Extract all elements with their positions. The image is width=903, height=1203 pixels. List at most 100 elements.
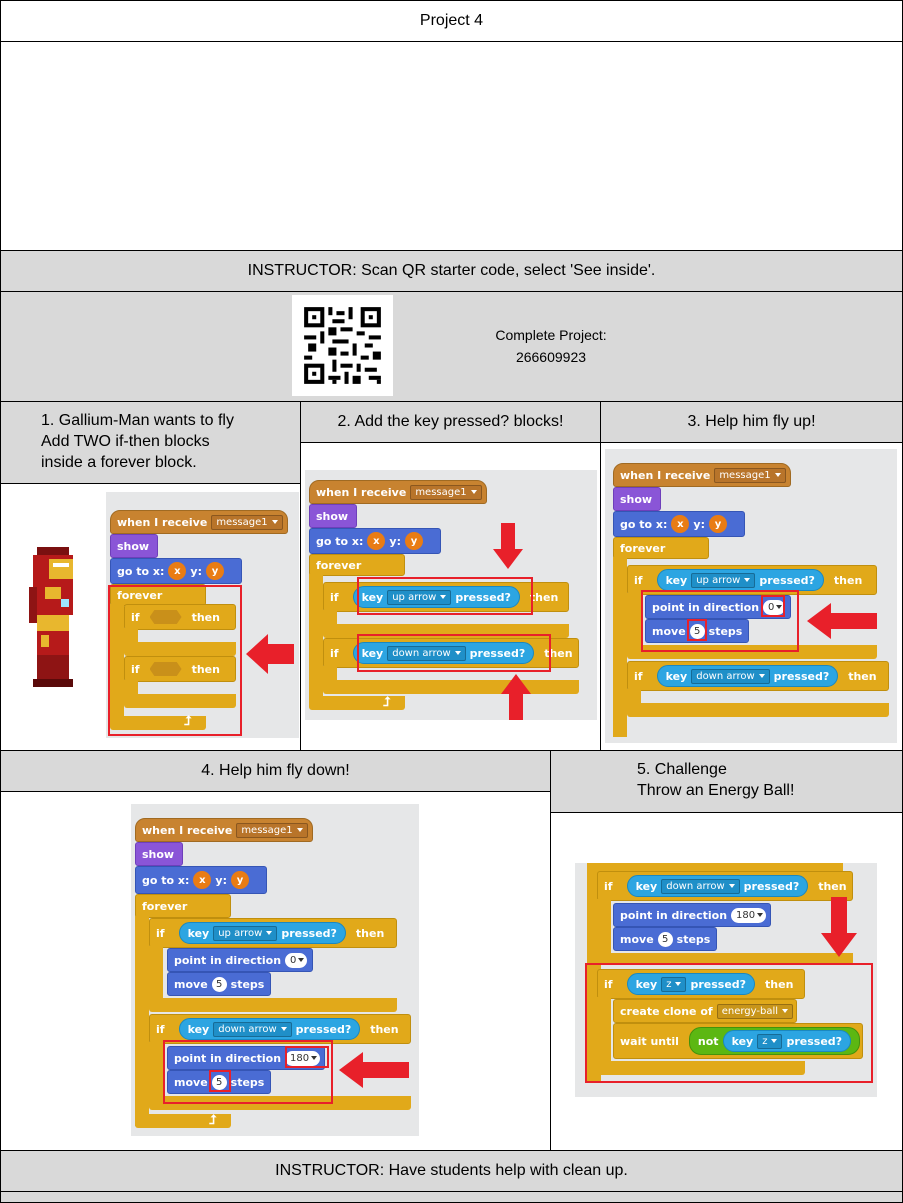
steps-input[interactable]: 5 bbox=[211, 976, 227, 992]
y-variable[interactable]: y bbox=[404, 532, 423, 550]
when-receive-block[interactable]: when I receive message1 bbox=[613, 463, 791, 487]
step-5-code-panel: if key down arrow pressed? then point in… bbox=[575, 863, 877, 1097]
highlight-box bbox=[285, 1046, 329, 1068]
goto-block[interactable]: go to x: x y: y bbox=[309, 528, 441, 554]
step-4-code-panel: when I receive message1 show go to x: x … bbox=[131, 804, 419, 1136]
step-2-code-panel: when I receive message1 show go to x: x … bbox=[305, 470, 597, 720]
direction-input[interactable]: 0 bbox=[285, 952, 308, 968]
step-2-header: 2. Add the key pressed? blocks! bbox=[300, 401, 601, 443]
when-receive-block[interactable]: when I receive message1 bbox=[110, 510, 288, 534]
show-block[interactable]: show bbox=[135, 842, 183, 866]
highlight-box bbox=[761, 595, 785, 617]
forever-block[interactable]: forever bbox=[309, 554, 405, 576]
complete-project-id: 266609923 bbox=[515, 349, 587, 365]
arrow-left-icon bbox=[246, 634, 294, 674]
instructor-top-text: INSTRUCTOR: Scan QR starter code, select… bbox=[247, 262, 656, 279]
footer-strip bbox=[0, 1191, 903, 1203]
highlight-box bbox=[108, 585, 242, 736]
point-direction-block[interactable]: point in direction 180 bbox=[613, 903, 771, 927]
step-3-header: 3. Help him fly up! bbox=[600, 401, 903, 443]
forever-block[interactable]: forever bbox=[135, 894, 231, 918]
instructor-bottom-row: INSTRUCTOR: Have students help with clea… bbox=[0, 1150, 903, 1192]
arrow-left-icon bbox=[339, 1052, 409, 1088]
message-dropdown[interactable]: message1 bbox=[211, 514, 283, 530]
x-variable[interactable]: x bbox=[671, 515, 690, 533]
highlight-box bbox=[357, 577, 533, 615]
highlight-box bbox=[209, 1070, 231, 1092]
direction-input[interactable]: 180 bbox=[731, 907, 767, 923]
caret-icon bbox=[728, 884, 735, 888]
key-down-pressed-block[interactable]: key down arrow pressed? bbox=[626, 875, 809, 897]
key-dropdown[interactable]: up arrow bbox=[213, 925, 278, 941]
step-2-body: when I receive message1 show go to x: x … bbox=[300, 442, 601, 751]
step-1-code-panel: when I receive message1 show go to x: x … bbox=[106, 492, 299, 738]
if-then-block-2[interactable]: if key down arrow pressed? then bbox=[627, 661, 889, 691]
show-block[interactable]: show bbox=[613, 487, 661, 511]
key-dropdown[interactable]: down arrow bbox=[691, 668, 770, 684]
caret-icon bbox=[758, 674, 765, 678]
highlight-box bbox=[585, 963, 873, 1083]
arrow-up-icon bbox=[501, 674, 531, 720]
x-variable[interactable]: x bbox=[193, 871, 212, 889]
y-variable[interactable]: y bbox=[708, 515, 727, 533]
loop-arrow-icon: ⮥ bbox=[209, 1112, 217, 1127]
caret-icon bbox=[271, 520, 278, 524]
instructor-top-row: INSTRUCTOR: Scan QR starter code, select… bbox=[0, 250, 903, 292]
y-variable[interactable]: y bbox=[230, 871, 249, 889]
highlight-box bbox=[687, 619, 707, 641]
show-block[interactable]: show bbox=[309, 504, 357, 528]
caret-icon bbox=[744, 578, 751, 582]
instructor-bottom-text: INSTRUCTOR: Have students help with clea… bbox=[275, 1162, 628, 1179]
if-then-block-1[interactable]: if key up arrow pressed? then bbox=[149, 918, 397, 948]
step-3-code-panel: when I receive message1 show go to x: x … bbox=[605, 449, 897, 743]
title-row: Project 4 bbox=[0, 0, 903, 42]
gallium-man-icon bbox=[29, 547, 73, 687]
caret-icon bbox=[296, 828, 303, 832]
point-direction-block[interactable]: point in direction 0 bbox=[167, 948, 313, 972]
caret-icon bbox=[470, 490, 477, 494]
goto-block[interactable]: go to x: x y: y bbox=[110, 558, 242, 584]
arrow-left-icon bbox=[807, 603, 877, 639]
step-1-body: when I receive message1 show go to x: x … bbox=[0, 483, 301, 751]
move-steps-block[interactable]: move 5 steps bbox=[613, 927, 717, 951]
qr-code bbox=[292, 295, 393, 396]
key-down-pressed-block[interactable]: key down arrow pressed? bbox=[178, 1018, 361, 1040]
key-up-pressed-block[interactable]: key up arrow pressed? bbox=[178, 922, 346, 944]
step-4-body: when I receive message1 show go to x: x … bbox=[0, 791, 551, 1151]
message-dropdown[interactable]: message1 bbox=[410, 484, 482, 500]
if-then-block-down[interactable]: if key down arrow pressed? then bbox=[597, 871, 853, 901]
loop-arrow-icon: ⮥ bbox=[383, 694, 391, 709]
caret-icon bbox=[298, 958, 305, 962]
x-variable[interactable]: x bbox=[168, 562, 187, 580]
y-variable[interactable]: y bbox=[205, 562, 224, 580]
key-down-pressed-block[interactable]: key down arrow pressed? bbox=[656, 665, 839, 687]
message-dropdown[interactable]: message1 bbox=[236, 822, 308, 838]
move-steps-block[interactable]: move 5 steps bbox=[167, 972, 271, 996]
arrow-down-icon bbox=[493, 523, 523, 569]
qr-row: Complete Project: 266609923 bbox=[0, 291, 903, 402]
key-up-pressed-block[interactable]: key up arrow pressed? bbox=[656, 569, 824, 591]
when-receive-block[interactable]: when I receive message1 bbox=[309, 480, 487, 504]
caret-icon bbox=[774, 473, 781, 477]
step-5-body: if key down arrow pressed? then point in… bbox=[550, 812, 903, 1151]
goto-block[interactable]: go to x: x y: y bbox=[613, 511, 745, 537]
complete-project-label: Complete Project: bbox=[495, 327, 607, 343]
key-dropdown[interactable]: down arrow bbox=[213, 1021, 292, 1037]
step-5-header: 5. Challenge Throw an Energy Ball! bbox=[550, 750, 903, 813]
highlight-box bbox=[357, 634, 551, 672]
steps-input[interactable]: 5 bbox=[657, 931, 673, 947]
arrow-down-icon bbox=[821, 897, 857, 957]
goto-block[interactable]: go to x: x y: y bbox=[135, 866, 267, 894]
x-variable[interactable]: x bbox=[367, 532, 386, 550]
step-3-body: when I receive message1 show go to x: x … bbox=[600, 442, 903, 751]
key-dropdown[interactable]: down arrow bbox=[661, 878, 740, 894]
when-receive-block[interactable]: when I receive message1 bbox=[135, 818, 313, 842]
key-dropdown[interactable]: up arrow bbox=[691, 572, 756, 588]
step-4-header: 4. Help him fly down! bbox=[0, 750, 551, 792]
page-title: Project 4 bbox=[419, 12, 484, 29]
show-block[interactable]: show bbox=[110, 534, 158, 558]
forever-block[interactable]: forever bbox=[613, 537, 709, 559]
caret-icon bbox=[757, 913, 764, 917]
message-dropdown[interactable]: message1 bbox=[714, 467, 786, 483]
blank-area bbox=[0, 41, 903, 251]
